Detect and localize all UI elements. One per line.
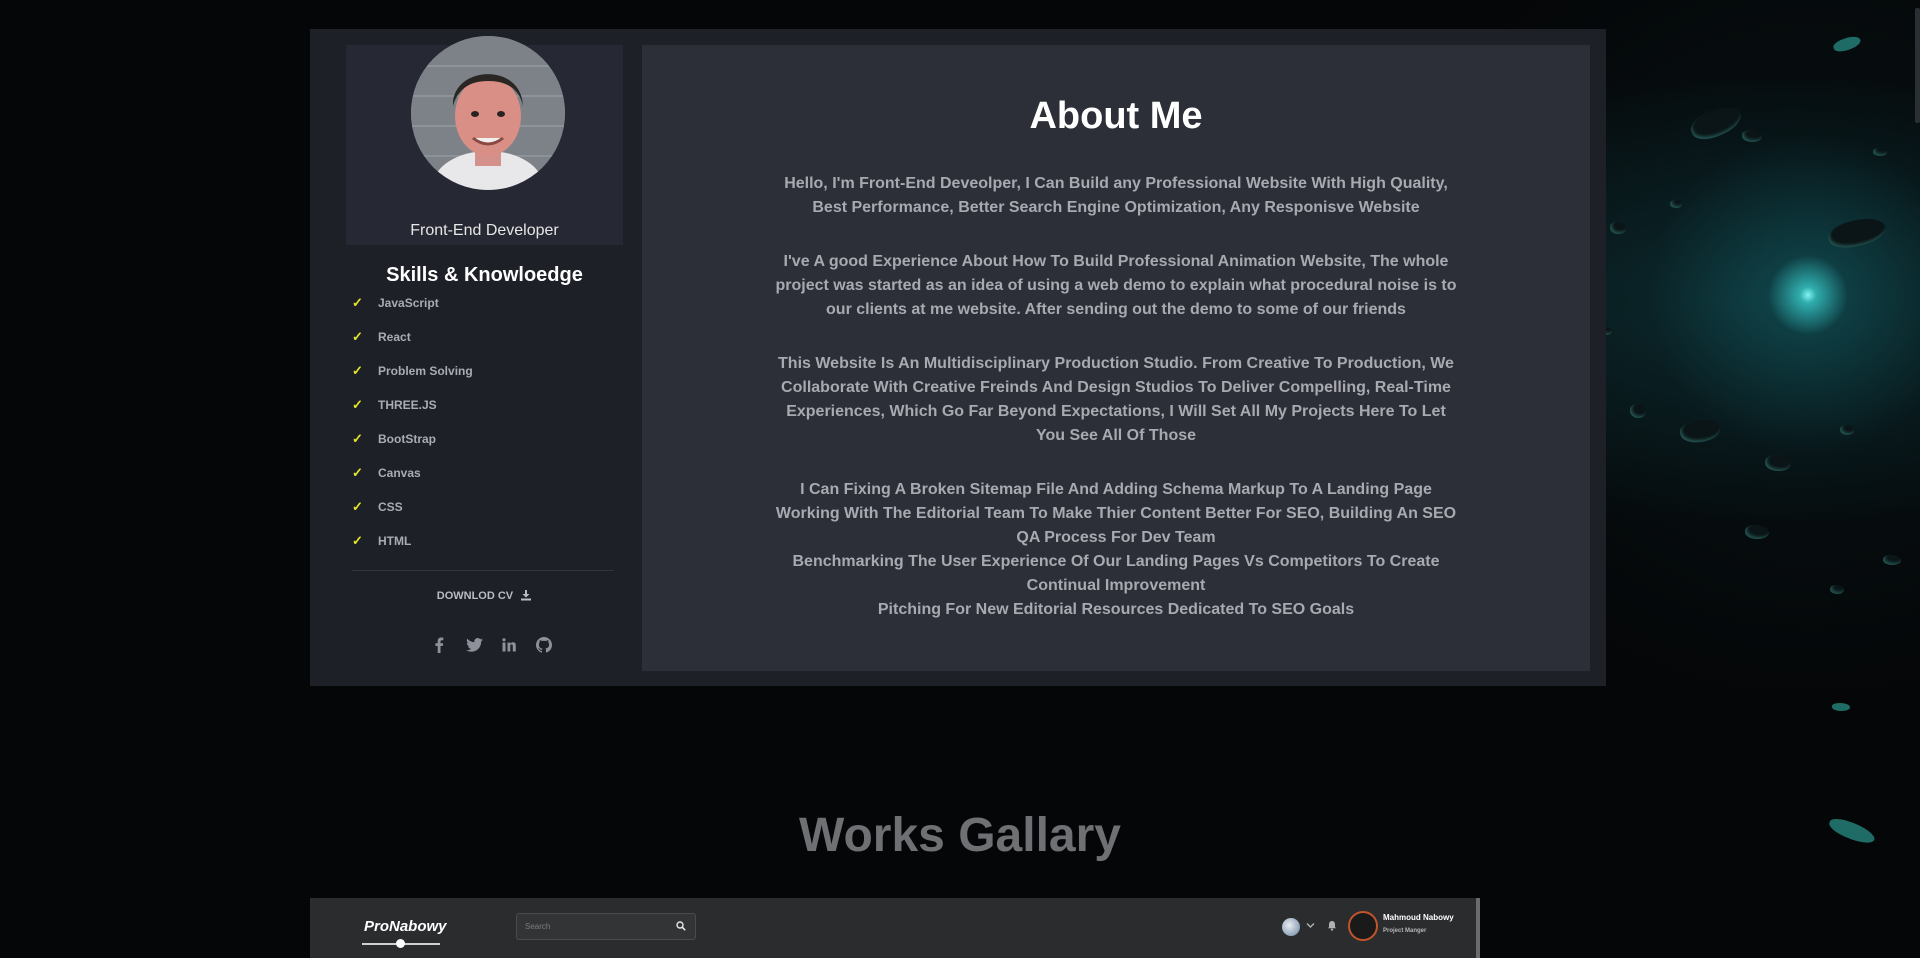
download-icon: [521, 590, 532, 601]
gallery-search-input[interactable]: [517, 914, 673, 939]
check-icon: ✓: [352, 329, 363, 344]
check-icon: ✓: [352, 465, 363, 480]
search-icon[interactable]: [676, 921, 686, 931]
check-icon: ✓: [352, 533, 363, 548]
skill-item: ✓ HTML: [352, 533, 412, 549]
user-name: Mahmoud Nabowy: [1383, 913, 1454, 922]
asteroid: [1742, 130, 1762, 142]
logo-underline-dot: [396, 939, 405, 948]
social-links: [430, 636, 553, 654]
check-icon: ✓: [352, 431, 363, 446]
asteroid: [1830, 585, 1844, 594]
about-paragraph: Hello, I'm Front-End Deveolper, I Can Bu…: [784, 175, 1448, 216]
skill-item: ✓ Canvas: [352, 465, 421, 481]
skill-item: ✓ CSS: [352, 499, 403, 515]
skills-list: ✓ JavaScript ✓ React ✓ Problem Solving ✓ THR…: [352, 296, 473, 568]
linkedin-icon[interactable]: [500, 636, 518, 654]
asteroid: [1832, 703, 1850, 711]
user-avatar[interactable]: [1348, 911, 1378, 941]
asteroid: [1840, 425, 1854, 435]
works-gallery-title: Works Gallary: [799, 809, 1121, 862]
skills-title: Skills & Knowloedge: [386, 264, 583, 286]
language-globe-icon[interactable]: [1282, 918, 1300, 936]
asteroid: [1610, 222, 1626, 234]
github-icon[interactable]: [535, 636, 553, 654]
gallery-logo: ProNabowy: [364, 918, 447, 935]
facebook-icon[interactable]: [430, 636, 448, 654]
about-title: About Me: [1029, 95, 1203, 137]
user-role: Project Manger: [1383, 928, 1427, 934]
skill-item: ✓ Problem Solving: [352, 363, 473, 379]
check-icon: ✓: [352, 363, 363, 378]
check-icon: ✓: [352, 499, 363, 514]
about-paragraph: I Can Fixing A Broken Sitemap File And A…: [775, 481, 1457, 546]
page-scrollbar[interactable]: [1915, 8, 1920, 123]
asteroid: [1670, 200, 1682, 208]
divider: [352, 570, 614, 571]
check-icon: ✓: [352, 397, 363, 412]
skill-item: ✓ JavaScript: [352, 295, 439, 311]
about-paragraph: I've A good Experience About How To Buil…: [775, 253, 1457, 318]
chevron-down-icon[interactable]: [1306, 922, 1315, 929]
profile-role: Front-End Developer: [410, 222, 559, 239]
profile-photo: [411, 36, 565, 190]
bell-icon[interactable]: [1327, 920, 1337, 931]
asteroid: [1745, 525, 1769, 539]
gallery-search: [516, 913, 696, 940]
profile-avatar: [411, 36, 565, 190]
skill-item: ✓ BootStrap: [352, 431, 436, 447]
asteroid: [1883, 555, 1901, 565]
about-paragraph: Pitching For New Editorial Resources Ded…: [877, 601, 1355, 618]
asteroid: [1765, 455, 1791, 471]
skill-item: ✓ THREE.JS: [352, 397, 437, 413]
about-paragraph: This Website Is An Multidisciplinary Pro…: [778, 355, 1454, 444]
asteroid: [1630, 404, 1646, 418]
skill-item: ✓ React: [352, 329, 411, 345]
about-paragraph: Benchmarking The User Experience Of Our …: [792, 553, 1440, 594]
check-icon: ✓: [352, 295, 363, 310]
gallery-preview[interactable]: ProNabowy Mahmoud Nabowy Project Manger: [310, 898, 1480, 958]
asteroid: [1873, 148, 1887, 156]
download-cv-button[interactable]: DOWNLOD CV: [346, 589, 623, 602]
twitter-icon[interactable]: [465, 636, 483, 654]
